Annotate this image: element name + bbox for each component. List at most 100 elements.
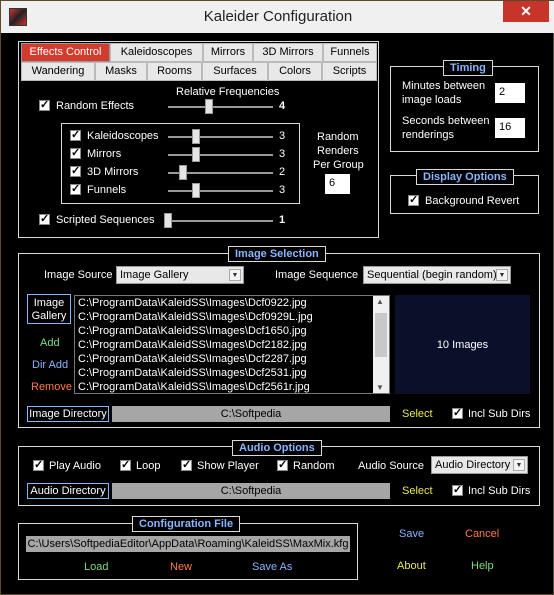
- random-renders-input[interactable]: 6: [325, 174, 350, 194]
- dir-add-button[interactable]: Dir Add: [32, 359, 68, 371]
- image-sequence-label: Image Sequence: [275, 269, 359, 281]
- random-effects-value: 4: [279, 100, 286, 112]
- tab-scripts[interactable]: Scripts: [322, 62, 377, 81]
- add-button[interactable]: Add: [40, 337, 60, 349]
- funnels-slider[interactable]: [168, 190, 273, 192]
- scripted-sequences-thumb[interactable]: [164, 213, 172, 228]
- random-effects-slider[interactable]: [168, 106, 273, 108]
- scroll-down-icon[interactable]: ▼: [376, 383, 384, 392]
- mirrors-label: Mirrors: [87, 148, 122, 160]
- new-button[interactable]: New: [170, 561, 192, 573]
- 3d-mirrors-thumb[interactable]: [179, 165, 187, 180]
- tab-kaleidoscopes[interactable]: Kaleidoscopes: [110, 43, 203, 62]
- seconds-input[interactable]: 16: [495, 118, 525, 138]
- tab-masks[interactable]: Masks: [95, 62, 147, 81]
- show-player-checkbox[interactable]: [181, 458, 192, 471]
- save-as-button[interactable]: Save As: [252, 561, 292, 573]
- list-item[interactable]: C:\ProgramData\KaleidSS\Images\Dcf2287.j…: [78, 353, 307, 365]
- tab-funnels[interactable]: Funnels: [323, 43, 377, 62]
- random-effects-thumb[interactable]: [205, 99, 213, 114]
- config-file-path[interactable]: C:\Users\SoftpediaEditor\AppData\Roaming…: [26, 536, 350, 552]
- funnels-thumb[interactable]: [192, 183, 200, 198]
- seconds-label-2: renderings: [402, 129, 454, 141]
- random-effects-checkbox[interactable]: [39, 98, 50, 111]
- scripted-sequences-slider[interactable]: [168, 220, 273, 222]
- kaleidoscopes-slider[interactable]: [168, 136, 273, 138]
- background-revert-checkbox[interactable]: [408, 193, 419, 206]
- background-revert-label: Background Revert: [425, 195, 520, 207]
- loop-label: Loop: [136, 460, 161, 472]
- kaleidoscopes-checkbox[interactable]: [70, 128, 81, 141]
- mirrors-thumb[interactable]: [192, 147, 200, 162]
- scripted-sequences-checkbox[interactable]: [39, 212, 50, 225]
- funnels-label: Funnels: [87, 184, 127, 196]
- image-file-list[interactable]: C:\ProgramData\KaleidSS\Images\Dcf0922.j…: [74, 295, 390, 394]
- play-audio-checkbox[interactable]: [33, 458, 44, 471]
- kaleider-window: Kaleider Configuration ✕ Effects Control…: [0, 0, 554, 595]
- tab-effects-control[interactable]: Effects Control: [21, 43, 110, 62]
- audio-directory-button[interactable]: Audio Directory: [27, 483, 109, 499]
- list-scrollbar[interactable]: ▲ ▼: [373, 296, 389, 393]
- scroll-thumb[interactable]: [375, 313, 387, 357]
- audio-incl-sub-dirs-label: Incl Sub Dirs: [468, 485, 531, 497]
- about-button[interactable]: About: [397, 560, 426, 572]
- audio-directory-path[interactable]: C:\Softpedia: [112, 483, 390, 499]
- loop-checkbox[interactable]: [120, 458, 131, 471]
- image-preview: 10 Images: [395, 295, 530, 394]
- list-item[interactable]: C:\ProgramData\KaleidSS\Images\Dcf2531.j…: [78, 367, 307, 379]
- tab-3d-mirrors[interactable]: 3D Mirrors: [253, 43, 323, 62]
- play-audio-label: Play Audio: [49, 460, 101, 472]
- image-gallery-line1: Image: [33, 297, 65, 309]
- timing-title: Timing: [443, 60, 493, 76]
- 3d-mirrors-checkbox[interactable]: [70, 164, 81, 177]
- minutes-label-2: image loads: [402, 94, 462, 106]
- image-count: 10 Images: [436, 339, 489, 351]
- audio-select-button[interactable]: Select: [402, 485, 433, 497]
- tab-mirrors[interactable]: Mirrors: [203, 43, 253, 62]
- remove-button[interactable]: Remove: [31, 381, 72, 393]
- save-button[interactable]: Save: [399, 528, 424, 540]
- scroll-up-icon[interactable]: ▲: [376, 297, 384, 306]
- list-item[interactable]: C:\ProgramData\KaleidSS\Images\Dcf1650.j…: [78, 325, 307, 337]
- show-player-label: Show Player: [197, 460, 259, 472]
- random-audio-checkbox[interactable]: [277, 458, 288, 471]
- image-directory-path[interactable]: C:\Softpedia: [112, 406, 390, 422]
- audio-options-title: Audio Options: [232, 440, 322, 456]
- scripted-sequences-value: 1: [279, 214, 286, 226]
- minutes-input[interactable]: 2: [495, 83, 525, 103]
- funnels-checkbox[interactable]: [70, 182, 81, 195]
- random-renders-line1: Random: [317, 131, 359, 143]
- audio-incl-sub-dirs-checkbox[interactable]: [452, 483, 463, 496]
- load-button[interactable]: Load: [84, 561, 108, 573]
- list-item[interactable]: C:\ProgramData\KaleidSS\Images\Dcf2561r.…: [78, 381, 310, 393]
- tab-surfaces[interactable]: Surfaces: [202, 62, 268, 81]
- tab-colors[interactable]: Colors: [268, 62, 322, 81]
- 3d-mirrors-value: 2: [279, 166, 286, 178]
- close-button[interactable]: ✕: [503, 1, 549, 22]
- chevron-down-icon: ▼: [496, 269, 508, 281]
- tab-wandering[interactable]: Wandering: [21, 62, 95, 81]
- list-item[interactable]: C:\ProgramData\KaleidSS\Images\Dcf0922.j…: [78, 297, 307, 309]
- funnels-value: 3: [279, 184, 286, 196]
- list-item[interactable]: C:\ProgramData\KaleidSS\Images\Dcf0929L.…: [78, 311, 313, 323]
- image-gallery-button[interactable]: Image Gallery: [27, 294, 71, 324]
- cancel-button[interactable]: Cancel: [465, 528, 499, 540]
- kaleidoscopes-value: 3: [279, 130, 286, 142]
- image-select-button[interactable]: Select: [402, 408, 433, 420]
- image-directory-button[interactable]: Image Directory: [27, 406, 109, 422]
- list-item[interactable]: C:\ProgramData\KaleidSS\Images\Dcf2182.j…: [78, 339, 307, 351]
- tab-rooms[interactable]: Rooms: [147, 62, 202, 81]
- relative-frequencies-label: Relative Frequencies: [176, 86, 280, 98]
- image-sequence-select[interactable]: Sequential (begin random) ▼: [363, 266, 511, 284]
- image-source-label: Image Source: [44, 269, 113, 281]
- audio-source-select[interactable]: Audio Directory ▼: [431, 456, 528, 474]
- mirrors-slider[interactable]: [168, 154, 273, 156]
- 3d-mirrors-label: 3D Mirrors: [87, 166, 139, 178]
- image-incl-sub-dirs-checkbox[interactable]: [452, 406, 463, 419]
- mirrors-checkbox[interactable]: [70, 146, 81, 159]
- image-incl-sub-dirs-label: Incl Sub Dirs: [468, 408, 531, 420]
- image-source-value: Image Gallery: [120, 269, 189, 281]
- image-source-select[interactable]: Image Gallery ▼: [116, 266, 244, 284]
- kaleidoscopes-thumb[interactable]: [192, 129, 200, 144]
- help-button[interactable]: Help: [471, 560, 494, 572]
